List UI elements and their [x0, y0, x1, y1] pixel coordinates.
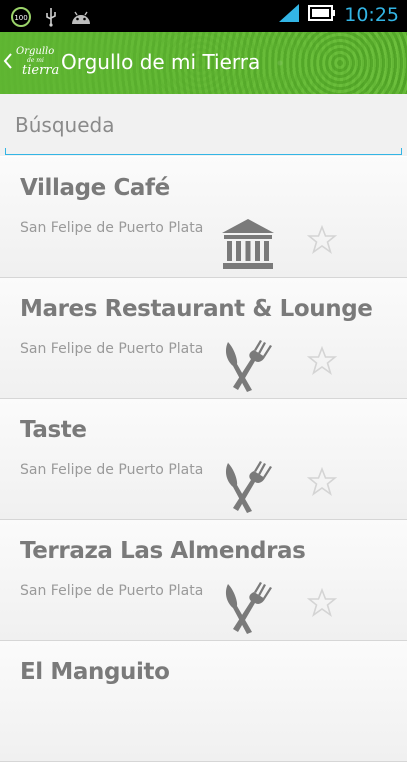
battery-icon: [308, 4, 336, 26]
app-title: Orgullo de mi Tierra: [61, 50, 261, 74]
item-title: El Manguito: [20, 659, 170, 685]
list-item[interactable]: El Manguito: [0, 641, 407, 762]
logo-line-1: Orgullo: [16, 46, 55, 57]
battery-badge-text: 100: [14, 14, 27, 22]
restaurant-icon: [220, 580, 276, 640]
item-title: Mares Restaurant & Lounge: [20, 296, 373, 322]
item-title: Terraza Las Almendras: [20, 538, 306, 564]
item-location: San Felipe de Puerto Plata: [20, 341, 204, 357]
battery-full-icon: 100: [10, 6, 32, 32]
status-bar-left: 100: [10, 6, 92, 32]
search-bar: [0, 94, 407, 156]
list-item[interactable]: Village Café San Felipe de Puerto Plata: [0, 157, 407, 278]
logo-line-3: tierra: [22, 63, 60, 78]
item-location: San Felipe de Puerto Plata: [20, 220, 204, 236]
search-underline: [5, 148, 402, 155]
list-item[interactable]: Mares Restaurant & Lounge San Felipe de …: [0, 278, 407, 399]
favorite-star-icon[interactable]: [306, 466, 338, 501]
item-location: San Felipe de Puerto Plata: [20, 462, 204, 478]
item-title: Taste: [20, 417, 87, 443]
action-bar: Orgullo de mi tierra Orgullo de mi Tierr…: [0, 32, 407, 94]
favorite-star-icon[interactable]: [306, 345, 338, 380]
list-item[interactable]: Terraza Las Almendras San Felipe de Puer…: [0, 520, 407, 641]
android-icon: [70, 8, 92, 30]
signal-icon: [278, 3, 300, 27]
search-input[interactable]: [5, 106, 402, 144]
restaurant-icon: [220, 338, 276, 398]
usb-icon: [44, 7, 58, 31]
favorite-star-icon[interactable]: [306, 224, 338, 259]
item-title: Village Café: [20, 175, 170, 201]
museum-icon: [220, 217, 276, 275]
app-logo[interactable]: Orgullo de mi tierra: [14, 40, 60, 84]
item-location: San Felipe de Puerto Plata: [20, 583, 204, 599]
status-time: 10:25: [344, 4, 399, 26]
up-chevron-icon[interactable]: [3, 52, 13, 74]
place-list: Village Café San Felipe de Puerto Plata …: [0, 157, 407, 762]
status-bar-right: 10:25: [278, 3, 399, 27]
favorite-star-icon[interactable]: [306, 587, 338, 622]
status-bar: 100 10:25: [0, 0, 407, 32]
restaurant-icon: [220, 459, 276, 519]
list-item[interactable]: Taste San Felipe de Puerto Plata: [0, 399, 407, 520]
